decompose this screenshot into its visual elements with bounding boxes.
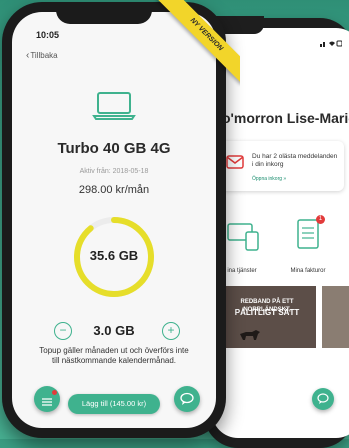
promo-banner[interactable]: REDBAND PÅ ETT NORRLÄNDSKT, PÅLITLIGT SÄ… xyxy=(216,286,316,348)
plan-title: Turbo 40 GB 4G xyxy=(57,140,171,157)
invoice-badge: 1 xyxy=(316,215,325,224)
increase-button[interactable]: + xyxy=(162,322,180,340)
open-inbox-link[interactable]: Öppna inkorg » xyxy=(252,176,286,182)
invoice-icon xyxy=(296,218,320,255)
status-time: 10:05 xyxy=(36,30,60,40)
message-alert-icon xyxy=(226,153,244,176)
moose-icon xyxy=(238,326,262,347)
topup-note: Topup gäller månaden ut och överförs int… xyxy=(39,346,189,365)
chat-icon xyxy=(180,392,194,411)
tile-invoices[interactable]: 1 Mina fakturor xyxy=(278,214,338,274)
devices-icon xyxy=(226,218,262,257)
new-version-ribbon: NY VERSION xyxy=(157,0,240,84)
front-phone-notch xyxy=(56,2,152,24)
topup-amount: 3.0 GB xyxy=(93,323,135,338)
signal-wifi-icons xyxy=(320,39,343,49)
chevron-left-icon: ‹ xyxy=(26,50,30,61)
laptop-icon xyxy=(92,90,136,122)
notification-dot xyxy=(52,390,57,395)
back-button-label: Tillbaka xyxy=(30,51,58,60)
tile-invoices-label: Mina fakturor xyxy=(290,268,326,274)
data-remaining: 35.6 GB xyxy=(89,248,139,263)
ribbon-wrap: NY VERSION xyxy=(140,0,240,100)
promo-banner-next[interactable] xyxy=(322,286,349,348)
back-button[interactable]: ‹Tillbaka xyxy=(26,50,58,61)
banner-subline: PÅLITLIGT SÄTT xyxy=(234,308,300,317)
active-from: Aktiv från: 2018-05-18 xyxy=(79,168,149,175)
message-text: Du har 2 olästa meddelanden i din inkorg xyxy=(252,153,338,168)
greeting: o'morron Lise-Marie xyxy=(222,110,349,126)
decrease-button[interactable]: − xyxy=(54,322,72,340)
menu-button[interactable] xyxy=(34,386,60,412)
back-chat-button[interactable] xyxy=(312,388,334,410)
add-topup-button[interactable]: Lägg till (145.00 kr) xyxy=(68,394,160,414)
monthly-price: 298.00 kr/mån xyxy=(78,184,150,196)
quick-tiles: ina tjänster 1 Mina fakturor xyxy=(212,214,349,274)
unread-messages-card[interactable]: Du har 2 olästa meddelanden i din inkorg… xyxy=(216,141,344,191)
chat-button[interactable] xyxy=(174,386,200,412)
menu-icon xyxy=(42,394,52,412)
